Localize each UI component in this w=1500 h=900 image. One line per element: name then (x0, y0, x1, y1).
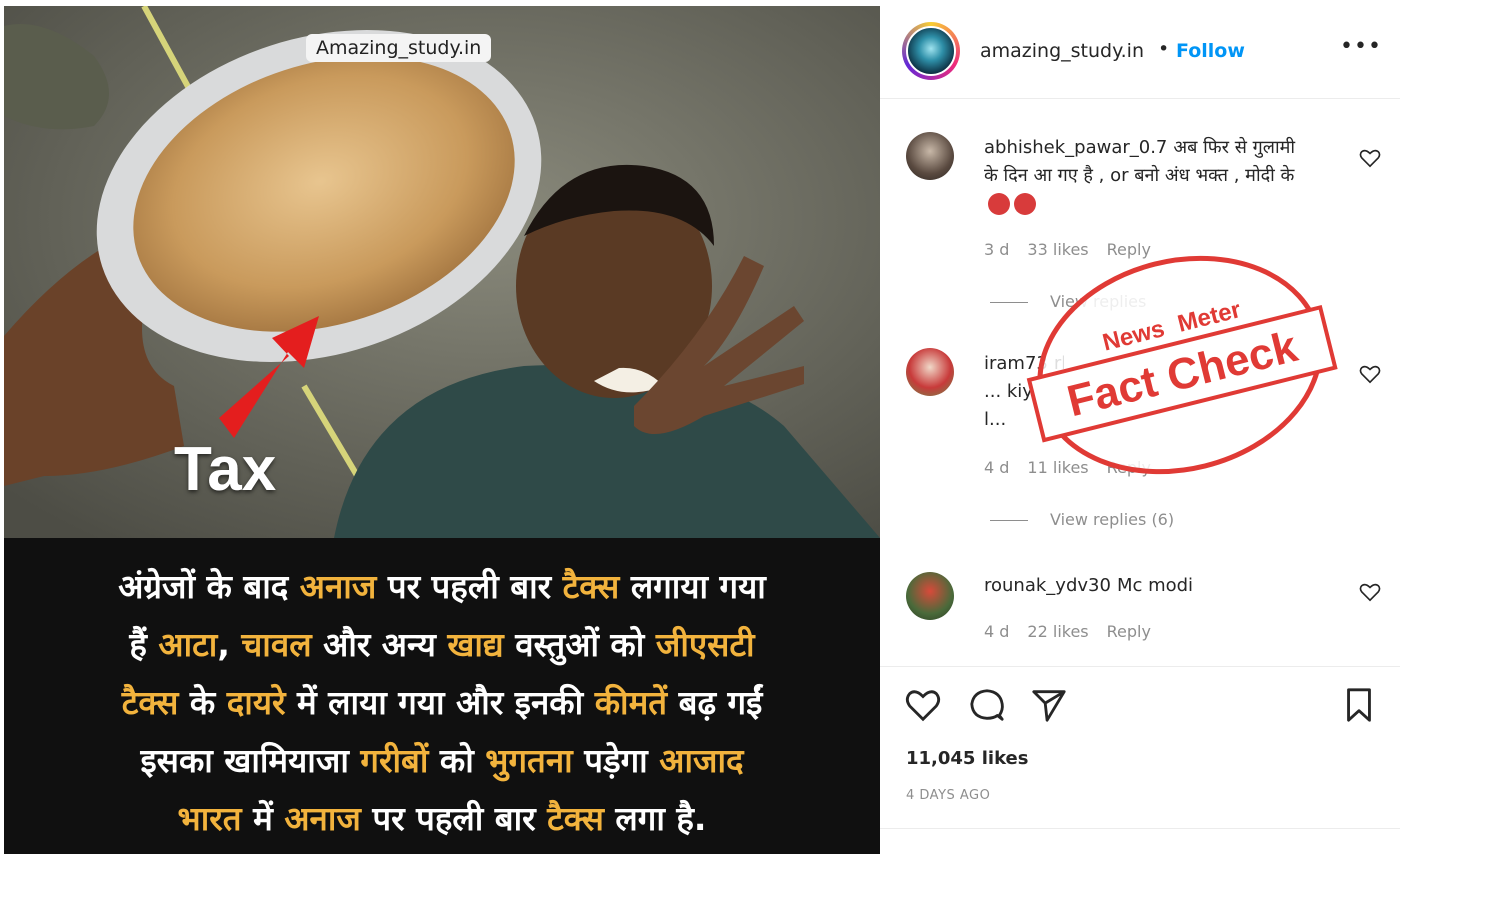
caption-segment: लगाया गया (619, 567, 766, 606)
more-icon[interactable]: ••• (1340, 34, 1382, 59)
caption-segment: के (178, 683, 227, 722)
caption-highlight: चावल (241, 625, 312, 664)
caption-highlight: गरीबों (360, 741, 429, 780)
caption-segment: और अन्य (311, 625, 448, 664)
caption-highlight: दायरे (226, 683, 286, 722)
caption-highlight: आजाद (659, 741, 744, 780)
comment-body: abhishek_pawar_0.7 अब फिर से गुलामी के दि… (984, 134, 1314, 218)
caption-highlight: जीएसटी (655, 625, 755, 664)
caption-highlight: टैक्स (562, 567, 620, 606)
caption-text: अंग्रेजों के बाद अनाज पर पहली बार टैक्स … (14, 558, 870, 848)
caption-segment: हैं (129, 625, 159, 664)
caption-segment: अंग्रेजों के बाद (118, 567, 300, 606)
comment-avatar[interactable] (906, 348, 954, 396)
avatar-image (906, 26, 956, 76)
bookmark-icon[interactable] (1340, 686, 1378, 724)
caption-line: इसका खामियाजा गरीबों को भुगतना पड़ेगा आज… (14, 732, 870, 790)
reply-button[interactable]: Reply (1107, 622, 1151, 641)
caption-segment: पड़ेगा (572, 741, 660, 780)
comment-username[interactable]: rounak_ydv30 (984, 575, 1111, 596)
caption-line: टैक्स के दायरे में लाया गया और इनकी कीमत… (14, 674, 870, 732)
comment-time: 4 d (984, 458, 1010, 477)
caption-segment: में (241, 799, 285, 838)
caption-segment: लगा है. (603, 799, 707, 838)
caption-highlight: टैक्स (121, 683, 179, 722)
comment-body: rounak_ydv30 Mc modi (984, 572, 1314, 600)
profile-avatar[interactable] (902, 22, 960, 80)
caption-highlight: भारत (177, 799, 242, 838)
emoji-icon (1014, 193, 1036, 215)
tax-label: Tax (174, 435, 277, 504)
watermark: Amazing_study.in (306, 34, 492, 62)
caption-segment: , (217, 625, 242, 664)
caption-box: अंग्रेजों के बाद अनाज पर पहली बार टैक्स … (4, 538, 880, 854)
comment-avatar[interactable] (906, 572, 954, 620)
caption-segment: में लाया गया और इनकी (285, 683, 595, 722)
caption-highlight: टैक्स (547, 799, 604, 838)
comment-icon[interactable] (968, 686, 1006, 724)
comment-text: Mc modi (1116, 575, 1194, 596)
like-icon[interactable] (904, 686, 942, 724)
view-replies-label: View replies (6) (1050, 510, 1175, 529)
separator-dot: • (1158, 38, 1170, 60)
caption-highlight: अनाज (299, 567, 377, 606)
fact-check-stamp: News Meter Fact Check (1026, 255, 1338, 475)
caption-highlight: आटा (158, 625, 218, 664)
caption-line: हैं आटा, चावल और अन्य खाद्य वस्तुओं को ज… (14, 616, 870, 674)
like-comment-icon[interactable] (1359, 148, 1381, 168)
caption-segment: इसका खामियाजा (140, 741, 361, 780)
comment-username[interactable]: abhishek_pawar_0.7 (984, 137, 1167, 158)
divider (880, 828, 1400, 829)
comment-likes[interactable]: 22 likes (1027, 622, 1088, 641)
caption-highlight: खाद्य (447, 625, 504, 664)
comment-time: 4 d (984, 622, 1010, 641)
like-comment-icon[interactable] (1359, 582, 1381, 602)
follow-button[interactable]: Follow (1176, 40, 1245, 62)
caption-segment: पर पहली बार (360, 799, 548, 838)
caption-highlight: भुगतना (485, 741, 573, 780)
caption-line: भारत में अनाज पर पहली बार टैक्स लगा है. (14, 790, 870, 848)
caption-segment: पर पहली बार (376, 567, 563, 606)
emoji-icon (988, 193, 1010, 215)
view-replies-button[interactable]: View replies (6) (990, 510, 1174, 529)
caption-highlight: अनाज (284, 799, 361, 838)
caption-highlight: कीमतें (594, 683, 668, 722)
comment-avatar[interactable] (906, 132, 954, 180)
post-photo (4, 6, 880, 538)
caption-segment: वस्तुओं को (503, 625, 656, 664)
caption-line: अंग्रेजों के बाद अनाज पर पहली बार टैक्स … (14, 558, 870, 616)
share-icon[interactable] (1030, 686, 1068, 724)
caption-segment: बढ़ गईं (667, 683, 763, 722)
post-date: 4 DAYS AGO (906, 788, 991, 803)
caption-segment: को (428, 741, 486, 780)
comment-time: 3 d (984, 240, 1010, 259)
post-image: Amazing_study.in Tax अंग्रेजों के बाद अन… (4, 6, 880, 854)
post-header: amazing_study.in • Follow ••• (880, 6, 1400, 99)
comment-meta: 4 d 22 likes Reply (984, 622, 1169, 641)
likes-count[interactable]: 11,045 likes (906, 748, 1028, 769)
like-comment-icon[interactable] (1359, 364, 1381, 384)
divider (880, 666, 1400, 667)
divider-line (990, 520, 1028, 521)
profile-username[interactable]: amazing_study.in (980, 40, 1144, 62)
